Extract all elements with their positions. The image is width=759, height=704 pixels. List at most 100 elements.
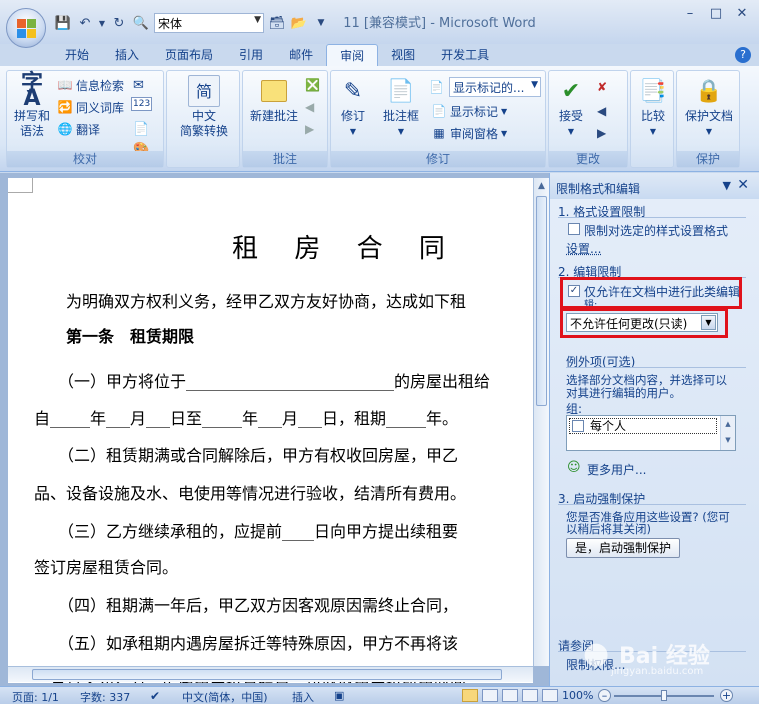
more-users-link[interactable]: 更多用户... [587,461,646,478]
font-name-box[interactable]: 宋体 ▼ [154,13,264,33]
set-language-icon[interactable]: 📄 [133,119,149,139]
next-change-icon[interactable]: ▶ [597,123,606,143]
maximize-icon[interactable]: □ [703,4,729,22]
delete-comment-icon[interactable]: ❎ [305,75,320,95]
tab-2[interactable]: 页面布局 [152,44,226,66]
chevron-down-icon: ▼ [705,127,713,136]
page-count[interactable]: 页面: 1/1 [12,689,59,704]
zoom-out-icon[interactable]: – [598,689,611,702]
vertical-scroll-thumb[interactable] [536,196,547,406]
format-restriction-checkbox[interactable] [568,223,580,235]
new-comment-button[interactable]: 新建批注 [245,75,303,124]
horizontal-scrollbar[interactable] [8,666,533,682]
research-icon: 📖 [57,78,73,92]
track-changes-label: 修订 [340,109,365,123]
group-protect: 🔒 保护文档 ▼ 保护 [676,70,740,168]
start-enforcing-button[interactable]: 是，启动强制保护 [566,538,680,558]
chevron-down-icon[interactable]: ▼ [98,14,106,32]
display-for-review-select[interactable]: 显示标记的... ▼ [449,77,541,97]
customize-qat-icon[interactable]: ▼ [312,14,330,32]
draft-view-icon[interactable] [542,689,558,702]
word-count[interactable]: 字数: 337 [80,689,130,704]
lock-document-icon: 🔒 [695,78,723,104]
tab-4[interactable]: 邮件 [276,44,326,66]
accept-button[interactable]: ✔ 接受 ▼ [551,75,591,139]
translate-button[interactable]: 🌐 翻译 [57,119,101,139]
pane-menu-icon[interactable]: ▼ [723,179,731,192]
group-compare: 📑 比较 ▼ [630,70,674,168]
document-page[interactable]: 租 房 合 同 为明确双方权利义务，经甲乙双方友好协商，达成如下租 第一条 租赁… [8,178,533,683]
translate-tip-icon[interactable]: ✉ [133,75,144,95]
previous-change-icon[interactable]: ◀ [597,101,606,121]
open-folder-icon[interactable]: 📂 [290,14,308,32]
previous-comment-icon[interactable]: ◀ [305,97,314,117]
next-comment-icon[interactable]: ▶ [305,119,314,139]
undo-icon[interactable]: ↶ [76,14,94,32]
balloons-button[interactable]: 📄 批注框 ▼ [377,75,425,139]
list-scrollbar[interactable]: ▲ ▼ [720,416,735,450]
chinese-conversion-button[interactable]: 简 中文 简繁转换 [169,75,239,139]
save-all-icon[interactable]: 🗃 [268,14,286,32]
proofing-status-icon[interactable]: ✔ [150,689,160,703]
chevron-down-icon: ▼ [349,127,357,136]
settings-link[interactable]: 设置... [566,240,601,257]
language-status[interactable]: 中文(简体，中国) [182,689,268,704]
save-icon[interactable]: 💾 [54,14,72,32]
accept-label: 接受 [558,109,583,123]
print-preview-icon[interactable]: 🔍 [132,14,150,32]
insert-mode[interactable]: 插入 [292,689,314,704]
show-markup-button[interactable]: 📄 显示标记 ▼ [431,101,508,121]
chevron-down-icon: ▼ [531,80,538,90]
spelling-grammar-button[interactable]: 字A 拼写和 语法 [9,73,55,139]
word-count-icon[interactable]: 123 [131,97,153,111]
research-button[interactable]: 📖 信息检索 [57,75,125,95]
track-changes-button[interactable]: ✎ 修订 ▼ [333,75,373,139]
thesaurus-button[interactable]: 🔁 同义词库 [57,97,125,117]
minimize-icon[interactable]: – [677,4,703,22]
users-icon: ☺ [567,460,581,475]
redo-icon[interactable]: ↻ [110,14,128,32]
help-icon[interactable]: ? [735,47,751,63]
divider [566,367,746,368]
document-line: （三）乙方继续承租的，应提前____日向甲方提出续租要 [34,522,459,541]
vertical-scrollbar[interactable]: ▲ [533,178,549,666]
tab-1[interactable]: 插入 [102,44,152,66]
zoom-slider-thumb[interactable] [661,690,667,701]
tab-7[interactable]: 开发工具 [428,44,502,66]
group-tracking-label: 修订 [331,151,545,167]
document-line: 品、设备设施及水、电使用等情况进行验收，结清所有费用。 [34,484,467,503]
zoom-level[interactable]: 100% [562,689,593,702]
macro-record-icon[interactable]: ▣ [334,689,344,702]
reject-icon[interactable]: ✘ [597,77,607,97]
new-comment-label: 新建批注 [249,109,298,123]
tab-6[interactable]: 视图 [378,44,428,66]
reviewing-pane-button[interactable]: ▦ 审阅窗格 ▼ [431,123,507,143]
window-controls: – □ ✕ [677,4,755,22]
horizontal-scroll-thumb[interactable] [32,669,502,680]
accept-icon: ✔ [561,78,581,104]
new-comment-icon [258,75,290,107]
everyone-checkbox[interactable] [572,420,584,432]
ribbon: 字A 拼写和 语法 📖 信息检索 🔁 同义词库 🌐 翻译 ✉ 123 📄 🎨 校… [0,66,759,172]
web-layout-icon[interactable] [502,689,518,702]
enforcement-description-line2: 以稍后将其关闭) [566,522,651,536]
balloons-icon: 📄 [387,78,415,104]
protect-document-button[interactable]: 🔒 保护文档 ▼ [679,75,739,139]
compare-button[interactable]: 📑 比较 ▼ [633,75,673,139]
office-button[interactable] [6,8,46,48]
document-area: 租 房 合 同 为明确双方权利义务，经甲乙双方友好协商，达成如下租 第一条 租赁… [0,173,549,686]
tab-5[interactable]: 审阅 [326,44,379,68]
full-screen-reading-icon[interactable] [482,689,498,702]
group-changes-label: 更改 [549,151,627,167]
group-protect-label: 保护 [677,151,739,167]
zoom-in-icon[interactable]: + [720,689,733,702]
close-icon[interactable]: ✕ [737,177,749,193]
outline-view-icon[interactable] [522,689,538,702]
list-item[interactable]: 每个人 [569,418,717,434]
print-layout-icon[interactable] [462,689,478,702]
close-icon[interactable]: ✕ [729,4,755,22]
tab-3[interactable]: 引用 [226,44,276,66]
scroll-up-icon[interactable]: ▲ [534,178,549,194]
group-changes: ✔ 接受 ▼ ✘ ◀ ▶ 更改 [548,70,628,168]
tab-0[interactable]: 开始 [52,44,102,66]
